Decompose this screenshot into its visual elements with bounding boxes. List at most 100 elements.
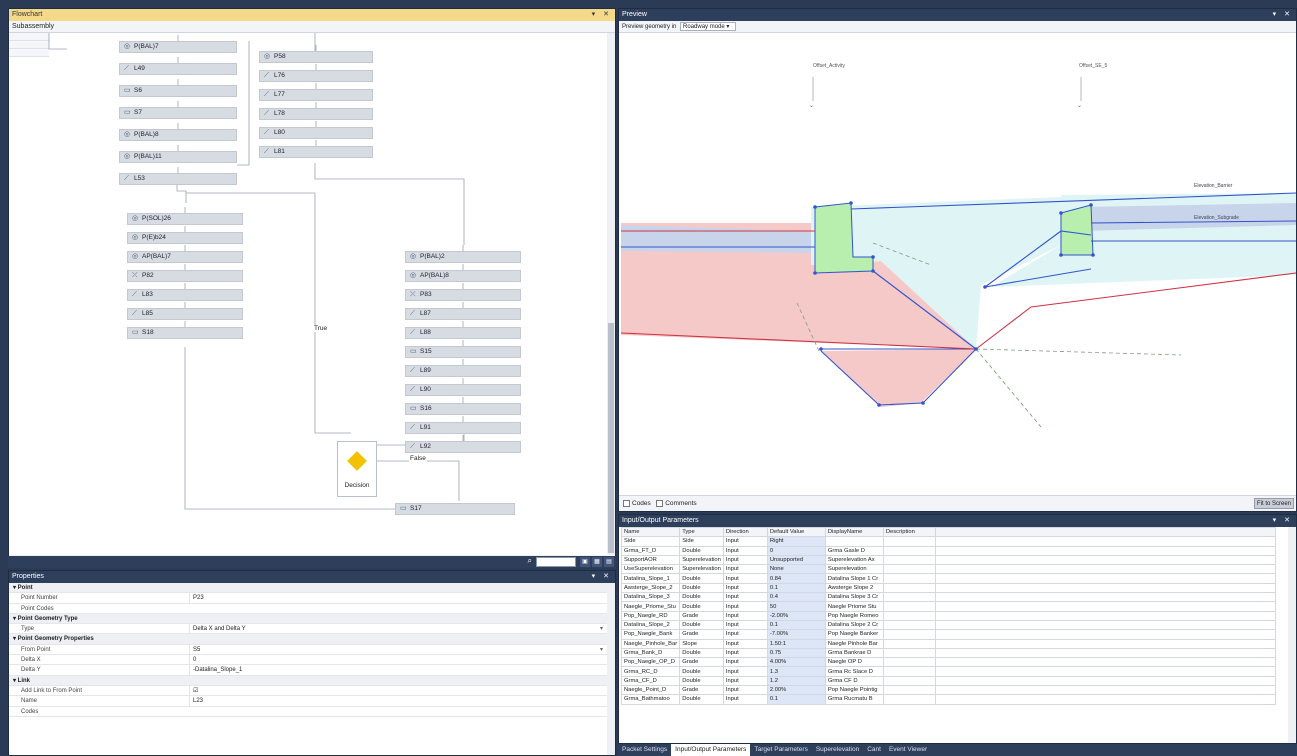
flowchart-node[interactable]: ◎ P(SOL)26 (127, 213, 243, 225)
table-cell[interactable]: Input (722, 657, 768, 668)
preview-titlebar[interactable]: Preview ▾ ✕ (619, 9, 1296, 21)
table-cell[interactable]: Double (679, 666, 724, 677)
search-input[interactable] (536, 557, 576, 567)
table-cell[interactable]: Naegle Pinhole Bar (824, 638, 884, 649)
table-cell[interactable] (882, 610, 936, 621)
table-cell[interactable]: Slope (679, 638, 724, 649)
flowchart-node[interactable]: ◎ AP(BAL)7 (127, 251, 243, 263)
column-header[interactable]: Direction (722, 526, 768, 538)
table-row[interactable]: Grma_RC_D Double Input 1.3 Grma Rc Slace D (620, 666, 1276, 677)
preview-mode-select[interactable]: Roadway mode ▾ (680, 21, 737, 31)
table-cell[interactable]: UseSuperelevation (620, 564, 681, 575)
flowchart-node[interactable]: ◎ P(BAL)8 (119, 129, 237, 141)
decision-node[interactable]: Decision (337, 441, 377, 497)
table-cell[interactable]: Input (722, 629, 768, 640)
property-row[interactable]: Delta X 0 (9, 655, 615, 666)
flowchart-node[interactable]: ⟋ L49 (119, 63, 237, 75)
table-cell[interactable]: Input (722, 582, 768, 594)
column-header[interactable]: Name (620, 526, 681, 538)
table-cell[interactable]: Double (679, 619, 724, 631)
flowchart-node[interactable]: ◎ P(BAL)11 (119, 151, 237, 163)
table-row[interactable]: Naegle_Priome_Stu Double Input 50 Naegle Pri… (620, 601, 1276, 612)
flowchart-node[interactable]: ◎ P(BAL)2 (405, 251, 521, 263)
table-cell[interactable]: Double (679, 592, 724, 603)
flowchart-node[interactable]: ▭ S16 (405, 403, 521, 415)
table-row[interactable]: SupportAOR Superelevation Input Unsupported… (620, 554, 1276, 566)
table-cell[interactable]: Right (766, 536, 826, 547)
table-row[interactable]: Datalina_Slope_1 Double Input 0.84 Datalina … (620, 573, 1276, 584)
table-cell[interactable]: Naegle_Point_D (620, 685, 681, 696)
table-cell[interactable]: Grma_FT_D (620, 545, 681, 556)
table-cell[interactable]: 4.00% (766, 657, 826, 668)
grid-button[interactable]: ▦ (592, 557, 602, 567)
flowchart-node[interactable]: ◎ P(E)b24 (127, 232, 243, 244)
window-buttons[interactable]: ▾ ✕ (1273, 9, 1293, 21)
flowchart-node[interactable]: ⟋ L81 (259, 146, 373, 158)
table-cell[interactable] (882, 619, 936, 631)
property-row[interactable]: Type Delta X and Delta Y ▾ (9, 624, 615, 635)
table-cell[interactable] (882, 675, 936, 687)
comments-checkbox[interactable] (656, 499, 664, 507)
table-cell[interactable]: Naegle Priome Stu (824, 601, 884, 612)
column-header[interactable]: Type (679, 526, 724, 538)
property-value[interactable]: S5 (189, 644, 605, 655)
table-cell[interactable]: Double (679, 601, 724, 612)
table-cell[interactable]: Datalina Slope 2 Cr (824, 619, 884, 631)
flowchart-node[interactable]: ▭ S17 (395, 503, 515, 515)
table-cell[interactable] (824, 536, 884, 547)
table-cell[interactable]: Input (722, 554, 768, 566)
table-cell[interactable]: Superelevation (679, 554, 724, 566)
bottom-tab[interactable]: Event Viewer (885, 744, 931, 756)
table-cell[interactable]: Naegle OP D (824, 657, 884, 668)
table-cell[interactable]: Grade (679, 657, 724, 668)
table-cell[interactable]: Grma Rucmatu B (824, 694, 884, 705)
table-cell[interactable]: Grade (679, 629, 724, 640)
flowchart-node[interactable]: ⟋ L77 (259, 89, 373, 101)
table-cell[interactable]: 1.3 (766, 666, 826, 677)
table-cell[interactable] (882, 601, 936, 612)
table-cell[interactable]: Grma_RC_D (620, 666, 681, 677)
codes-checkbox[interactable] (623, 499, 630, 507)
table-row[interactable]: Datalina_Slope_2 Double Input 0.1 Datalina S… (620, 619, 1276, 631)
table-cell[interactable]: SupportAOR (620, 554, 681, 566)
window-buttons[interactable]: ▾ ✕ (592, 9, 612, 21)
table-row[interactable]: Grma_CF_D Double Input 1.2 Grma CF D (620, 675, 1276, 687)
table-cell[interactable] (882, 582, 936, 594)
table-cell[interactable]: Datalina_Slope_2 (620, 619, 681, 631)
table-cell[interactable] (882, 647, 936, 659)
flowchart-node[interactable]: ⟋ L87 (405, 308, 521, 320)
table-row[interactable]: Grma_Bathmatoo Double Input 0.1 Grma Rucmatu… (620, 694, 1276, 705)
table-cell[interactable]: Grma Rc Slace D (824, 666, 884, 677)
table-cell[interactable]: Grade (679, 610, 724, 621)
table-cell[interactable] (882, 638, 936, 649)
table-cell[interactable]: Double (679, 573, 724, 584)
flowchart-node[interactable]: ⟋ L85 (127, 308, 243, 320)
layout-button[interactable]: ▤ (604, 557, 614, 567)
table-cell[interactable]: Grma Bankrae D (824, 647, 884, 659)
table-cell[interactable]: Grma CF D (824, 675, 884, 687)
property-category[interactable]: ▾ Point (9, 583, 615, 594)
bottom-tab[interactable]: Input/Output Parameters (671, 744, 751, 756)
table-cell[interactable] (882, 685, 936, 696)
table-cell[interactable] (882, 545, 936, 556)
flowchart-node[interactable]: ⟋ L83 (127, 289, 243, 301)
table-cell[interactable]: 1.2 (766, 675, 826, 687)
table-cell[interactable] (882, 554, 936, 566)
flowchart-node[interactable]: ⤫ P83 (405, 289, 521, 301)
io-titlebar[interactable]: Input/Output Parameters ▾ ✕ (619, 515, 1296, 527)
table-cell[interactable]: Input (722, 694, 768, 705)
table-row[interactable]: Pop_Naegle_OP_D Grade Input 4.00% Naegle OP … (620, 657, 1276, 668)
table-cell[interactable] (882, 694, 936, 705)
table-cell[interactable]: Double (679, 694, 724, 705)
table-cell[interactable] (882, 657, 936, 668)
preview-canvas[interactable]: Offset_Activity Offset_SE_5 ⌄ ⌄ Elevatio… (620, 35, 1296, 495)
flowchart-titlebar[interactable]: Flowchart ▾ ✕ (9, 9, 615, 21)
flowchart-node[interactable]: ⟋ L88 (405, 327, 521, 339)
table-cell[interactable]: Pop_Naegle_RD (620, 610, 681, 621)
table-cell[interactable]: Double (679, 545, 724, 556)
flowchart-node[interactable]: ◎ P(BAL)7 (119, 41, 237, 53)
table-cell[interactable] (882, 564, 936, 575)
table-cell[interactable]: Grma_Bathmatoo (620, 694, 681, 705)
table-cell[interactable] (882, 592, 936, 603)
table-cell[interactable]: Superelevation Ax (824, 554, 884, 566)
